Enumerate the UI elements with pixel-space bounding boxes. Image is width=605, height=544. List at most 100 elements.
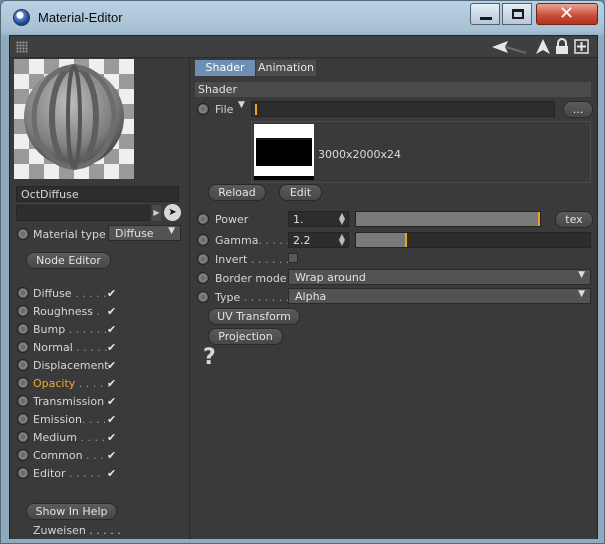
material-type-dropdown[interactable]: Diffuse ▼	[108, 225, 181, 241]
channel-checkbox-editor[interactable]: ✔	[107, 468, 118, 479]
material-type-value: Diffuse	[115, 227, 154, 240]
gamma-input[interactable]: 2.2 ▲ ▼	[288, 232, 349, 248]
power-slider-fill	[356, 212, 538, 226]
zuweisen-label: Zuweisen . . . . .	[33, 524, 121, 537]
window-frame: Material-Editor ✕ OctDiffuse ▶ ➤ Materia…	[0, 0, 605, 544]
pick-cursor-icon[interactable]: ➤	[164, 204, 181, 221]
tab-animation[interactable]: Animation	[256, 60, 316, 76]
type-radio[interactable]	[197, 291, 209, 303]
channel-label-transmission[interactable]: Transmission	[33, 395, 104, 408]
channel-label-roughness[interactable]: Roughness .	[33, 305, 100, 318]
channel-radio-emission[interactable]	[17, 413, 29, 425]
channel-checkbox-transmission[interactable]: ✔	[107, 396, 118, 407]
channel-checkbox-opacity[interactable]: ✔	[107, 378, 118, 389]
edit-button[interactable]: Edit	[279, 184, 322, 201]
channel-radio-normal[interactable]	[17, 341, 29, 353]
power-input[interactable]: 1. ▲ ▼	[288, 211, 349, 227]
channel-label-diffuse[interactable]: Diffuse . . . . .	[33, 287, 107, 300]
power-label: Power	[215, 213, 249, 226]
power-radio[interactable]	[197, 213, 209, 225]
channel-radio-common[interactable]	[17, 449, 29, 461]
material-name-field[interactable]: OctDiffuse	[16, 186, 179, 202]
text-cursor	[255, 104, 257, 115]
file-path-field[interactable]	[251, 101, 555, 117]
channel-checkbox-emission[interactable]: ✔	[107, 414, 118, 425]
channel-checkbox-medium[interactable]: ✔	[107, 432, 118, 443]
uv-transform-button[interactable]: UV Transform	[208, 308, 300, 325]
invert-checkbox[interactable]	[288, 253, 298, 263]
channel-label-common[interactable]: Common . . .	[33, 449, 104, 462]
maximize-button[interactable]	[502, 3, 532, 25]
shader-panel: Shader Animation Shader File ▼ ... 3000x…	[191, 59, 597, 539]
channel-label-emission[interactable]: Emission. . . .	[33, 413, 106, 426]
chevron-down-icon: ▼	[578, 270, 585, 280]
texture-thumbnail[interactable]	[254, 124, 314, 180]
channel-label-opacity[interactable]: Opacity . . . . .	[33, 377, 110, 390]
channel-checkbox-displacement[interactable]: ✔	[107, 360, 118, 371]
spinner-icon[interactable]: ▲ ▼	[339, 233, 345, 247]
channel-radio-bump[interactable]	[17, 323, 29, 335]
material-preview[interactable]	[14, 59, 134, 179]
material-type-radio[interactable]	[17, 228, 29, 240]
channel-radio-diffuse[interactable]	[17, 287, 29, 299]
editor-client-area: OctDiffuse ▶ ➤ Material type Diffuse ▼ N…	[9, 35, 598, 539]
search-field[interactable]	[16, 205, 150, 221]
expand-arrow-icon[interactable]: ▶	[152, 205, 161, 221]
browse-file-button[interactable]: ...	[563, 101, 593, 118]
gamma-slider-knob[interactable]	[405, 233, 407, 247]
file-options-chevron-icon[interactable]: ▼	[238, 100, 245, 110]
preview-sphere-image	[14, 59, 134, 179]
border-mode-dropdown[interactable]: Wrap around ▼	[288, 269, 591, 285]
gamma-radio[interactable]	[197, 234, 209, 246]
channel-radio-displacement[interactable]	[17, 359, 29, 371]
close-button[interactable]: ✕	[536, 3, 598, 25]
reload-button[interactable]: Reload	[208, 184, 266, 201]
tex-button[interactable]: tex	[555, 211, 593, 228]
channel-checkbox-normal[interactable]: ✔	[107, 342, 118, 353]
question-mark-icon[interactable]: ?	[203, 345, 216, 370]
projection-button[interactable]: Projection	[208, 328, 283, 345]
forward-cursor-icon[interactable]	[536, 39, 550, 54]
back-arrow-icon[interactable]	[492, 40, 528, 54]
channel-checkbox-common[interactable]: ✔	[107, 450, 118, 461]
tab-shader[interactable]: Shader	[195, 60, 255, 76]
border-mode-radio[interactable]	[197, 272, 209, 284]
channel-label-displacement[interactable]: Displacement	[33, 359, 109, 372]
gamma-label: Gamma. . . . .	[215, 234, 290, 247]
channel-radio-opacity[interactable]	[17, 377, 29, 389]
channel-radio-transmission[interactable]	[17, 395, 29, 407]
show-in-help-button[interactable]: Show In Help	[26, 503, 117, 520]
channel-label-normal[interactable]: Normal . . . . .	[33, 341, 108, 354]
power-slider[interactable]	[355, 211, 541, 227]
new-window-icon[interactable]	[574, 39, 589, 54]
channel-radio-roughness[interactable]	[17, 305, 29, 317]
minimize-icon	[480, 17, 492, 20]
border-mode-label: Border mode	[215, 272, 287, 285]
channel-label-bump[interactable]: Bump . . . . . .	[33, 323, 107, 336]
channel-radio-editor[interactable]	[17, 467, 29, 479]
file-radio[interactable]	[197, 103, 209, 115]
channel-radio-medium[interactable]	[17, 431, 29, 443]
type-label: Type . . . . . . .	[215, 291, 290, 304]
gamma-slider[interactable]	[355, 232, 591, 248]
channel-label-medium[interactable]: Medium . . . .	[33, 431, 105, 444]
close-icon: ✕	[559, 3, 575, 24]
section-title: Shader	[195, 82, 591, 97]
type-dropdown[interactable]: Alpha ▼	[288, 288, 591, 304]
node-editor-button[interactable]: Node Editor	[26, 252, 111, 269]
channel-label-editor[interactable]: Editor . . . . .	[33, 467, 101, 480]
minimize-button[interactable]	[470, 3, 500, 25]
cinema4d-app-icon	[13, 9, 30, 26]
drag-grip-icon[interactable]	[16, 41, 28, 53]
invert-label: Invert . . . . . . .	[215, 253, 297, 266]
channel-checkbox-roughness[interactable]: ✔	[107, 306, 118, 317]
invert-radio[interactable]	[197, 253, 209, 265]
channel-checkbox-diffuse[interactable]: ✔	[107, 288, 118, 299]
top-toolbar	[10, 36, 597, 58]
power-slider-knob[interactable]	[538, 212, 540, 226]
spinner-icon[interactable]: ▲ ▼	[339, 212, 345, 226]
channel-checkbox-bump[interactable]: ✔	[107, 324, 118, 335]
material-type-label: Material type	[33, 228, 106, 241]
title-bar[interactable]: Material-Editor ✕	[1, 1, 604, 35]
lock-icon[interactable]	[555, 38, 569, 55]
